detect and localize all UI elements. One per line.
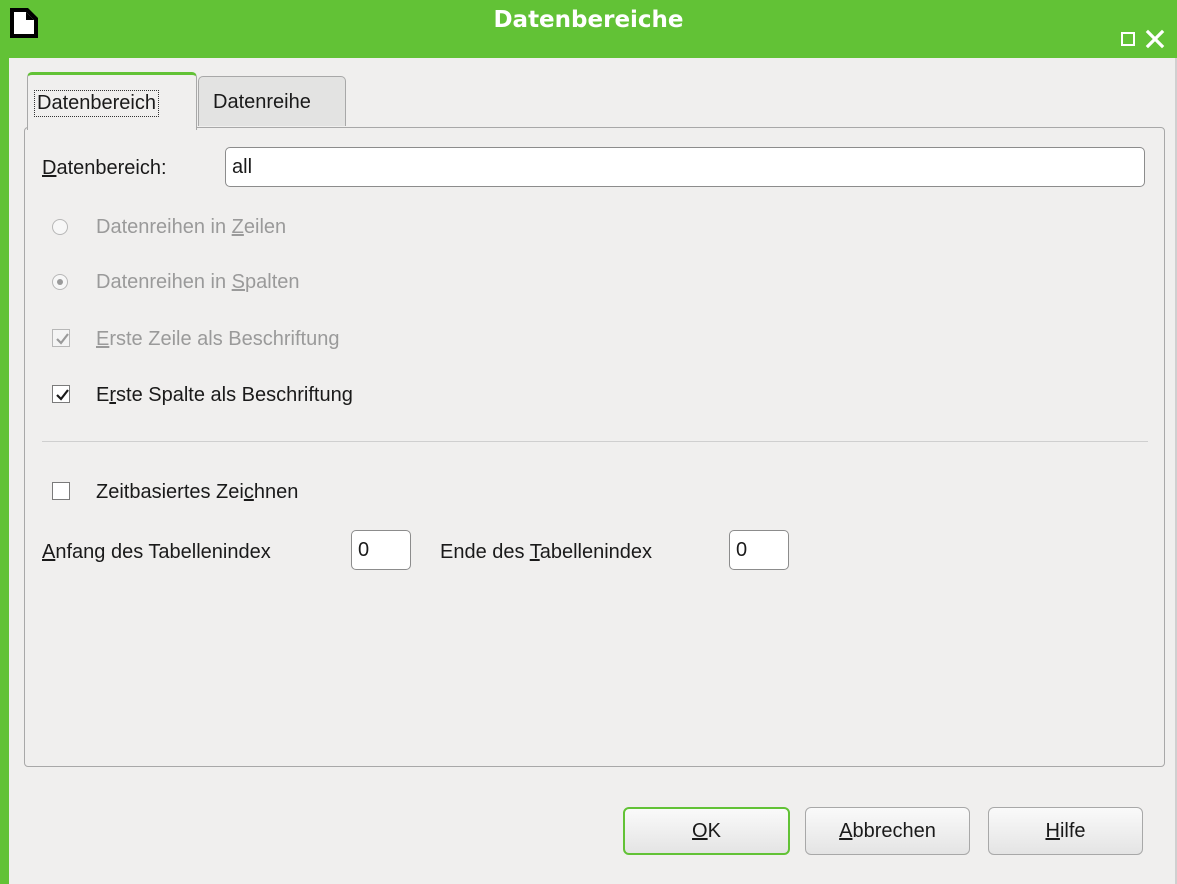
maximize-icon[interactable]	[1120, 31, 1136, 47]
radio-series-in-columns-label: Datenreihen in Spalten	[96, 271, 300, 293]
tab-label: Datenreihe	[213, 91, 311, 113]
check-icon	[56, 389, 69, 401]
close-icon[interactable]	[1145, 29, 1165, 49]
tab-label: Datenbereich	[34, 90, 159, 117]
window-title: Datenbereiche	[493, 7, 684, 33]
separator	[42, 441, 1148, 442]
tab-datenreihe[interactable]: Datenreihe	[198, 76, 346, 126]
help-button[interactable]: Hilfe	[988, 807, 1143, 855]
cancel-button[interactable]: Abbrechen	[805, 807, 970, 855]
checkbox-checked[interactable]	[52, 385, 70, 403]
tab-datenbereich[interactable]: Datenbereich	[27, 72, 197, 130]
check-icon	[56, 333, 69, 345]
table-index-end-label: Ende des Tabellenindex	[440, 541, 653, 563]
title-bar: Datenbereiche	[0, 0, 1177, 58]
window-left-border	[0, 58, 9, 884]
checkbox-first-column-text: Erste Spalte als Beschriftung	[96, 384, 353, 406]
data-range-label: Datenbereich:	[42, 157, 167, 179]
checkbox-checked[interactable]	[52, 329, 70, 347]
checkbox-time-based-text: Zeitbasiertes Zeichnen	[96, 481, 299, 503]
checkbox-unchecked[interactable]	[52, 482, 70, 500]
table-index-start-input[interactable]	[351, 530, 411, 570]
data-range-input[interactable]	[225, 147, 1145, 187]
radio-button-unselected[interactable]	[52, 219, 68, 235]
table-index-start-label: Anfang des Tabellenindex	[42, 541, 271, 563]
checkbox-first-row-text: Erste Zeile als Beschriftung	[96, 328, 340, 350]
radio-series-in-rows-label: Datenreihen in Zeilen	[96, 216, 287, 238]
table-index-end-input[interactable]	[729, 530, 789, 570]
ok-button[interactable]: OK	[623, 807, 790, 855]
radio-button-selected[interactable]	[52, 274, 68, 290]
